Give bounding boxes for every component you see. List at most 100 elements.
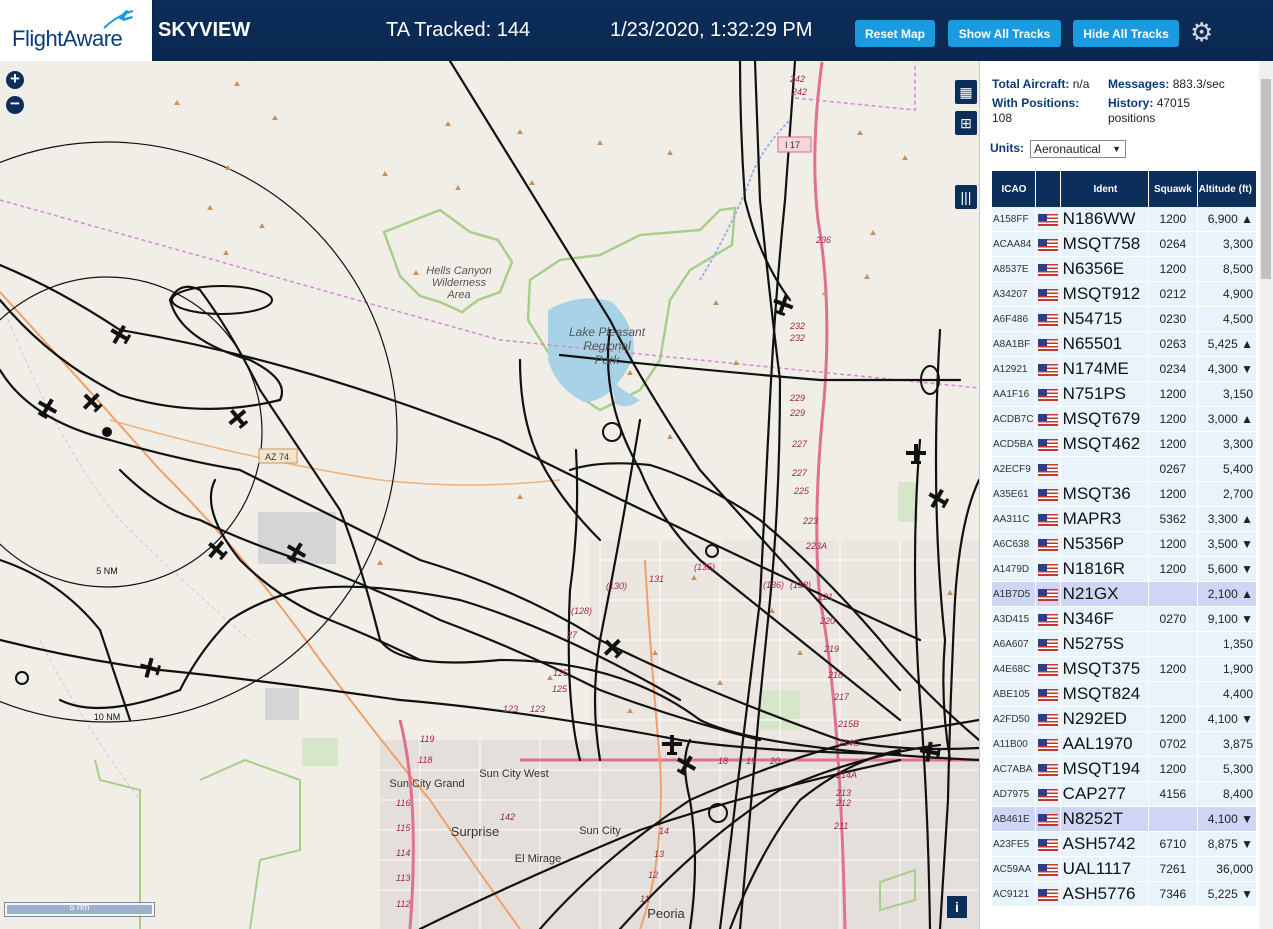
svg-text:232: 232 xyxy=(789,333,805,343)
table-row[interactable]: A2ECF9 0267 5,400 xyxy=(992,456,1258,482)
flag-cell xyxy=(1035,531,1061,557)
table-row[interactable]: A12921 N174ME 0234 4,300 ▼ xyxy=(992,356,1258,382)
shield-az74: AZ 74 xyxy=(265,452,289,462)
table-row[interactable]: A8537E N6356E 1200 8,500 xyxy=(992,256,1258,282)
svg-text:113: 113 xyxy=(396,873,410,883)
reset-map-button[interactable]: Reset Map xyxy=(855,20,935,47)
icao-cell: A1B7D5 xyxy=(992,581,1036,607)
units-label: Units: xyxy=(990,141,1024,155)
tracked-count: TA Tracked: 144 xyxy=(386,19,531,41)
table-row[interactable]: A1479D N1816R 1200 5,600 ▼ xyxy=(992,556,1258,582)
ident-cell: N751PS xyxy=(1060,381,1150,407)
table-row[interactable]: AC59AA UAL1117 7261 36,000 xyxy=(992,856,1258,882)
us-flag-icon xyxy=(1037,839,1058,852)
table-row[interactable]: A23FE5 ASH5742 6710 8,875 ▼ xyxy=(992,831,1258,857)
col-altitude[interactable]: Altitude (ft) xyxy=(1197,171,1258,207)
icao-cell: A4E68C xyxy=(992,656,1036,682)
flightaware-logo[interactable]: FlightAware xyxy=(0,0,154,61)
grid-icon[interactable]: ⊞ xyxy=(955,111,977,135)
zoom-in-button[interactable]: + xyxy=(6,70,24,89)
info-icon[interactable]: i xyxy=(947,896,967,918)
ident-cell: MSQT36 xyxy=(1060,481,1150,507)
col-flag[interactable] xyxy=(1035,171,1061,207)
svg-text:229: 229 xyxy=(789,408,805,418)
table-row[interactable]: A6F486 N54715 0230 4,500 xyxy=(992,306,1258,332)
label-hells-canyon: Hells Canyon xyxy=(426,265,491,277)
table-row[interactable]: A6A607 N5275S 1,350 xyxy=(992,631,1258,657)
table-row[interactable]: A4E68C MSQT375 1200 1,900 xyxy=(992,656,1258,682)
ident-cell: MSQT462 xyxy=(1060,431,1150,457)
col-icao[interactable]: ICAO xyxy=(992,171,1036,207)
table-row[interactable]: A2FD50 N292ED 1200 4,100 ▼ xyxy=(992,706,1258,732)
table-row[interactable]: A3D415 N346F 0270 9,100 ▼ xyxy=(992,606,1258,632)
ident-cell: MSQT758 xyxy=(1060,231,1150,257)
show-all-tracks-button[interactable]: Show All Tracks xyxy=(948,20,1061,47)
ident-cell: ASH5776 xyxy=(1060,881,1150,907)
icao-cell: ACD5BA xyxy=(992,431,1036,457)
table-row[interactable]: A1B7D5 N21GX 2,100 ▲ xyxy=(992,581,1258,607)
svg-text:116: 116 xyxy=(396,798,410,808)
flag-cell xyxy=(1035,256,1061,282)
label-surprise: Surprise xyxy=(451,824,499,839)
svg-text:220: 220 xyxy=(819,616,835,626)
squawk-cell: 1200 xyxy=(1148,556,1198,582)
flag-cell xyxy=(1035,606,1061,632)
ident-cell: N186WW xyxy=(1060,207,1150,232)
icao-cell: A6C638 xyxy=(992,531,1036,557)
col-ident[interactable]: Ident xyxy=(1060,171,1150,207)
table-row[interactable]: AA311C MAPR3 5362 3,300 ▲ xyxy=(992,506,1258,532)
icao-cell: A6A607 xyxy=(992,631,1036,657)
zoom-out-button[interactable]: − xyxy=(6,95,24,114)
svg-text:223: 223 xyxy=(802,516,818,526)
gear-icon[interactable]: ⚙ xyxy=(1190,17,1213,48)
svg-text:27: 27 xyxy=(566,630,578,640)
svg-text:(136): (136) xyxy=(763,580,784,590)
ident-cell: CAP277 xyxy=(1060,781,1150,807)
columns-icon[interactable]: ||| xyxy=(955,185,977,209)
hide-all-tracks-button[interactable]: Hide All Tracks xyxy=(1073,20,1179,47)
altitude-cell: 5,600 ▼ xyxy=(1197,556,1258,582)
messages-value: 883.3/sec xyxy=(1172,77,1225,91)
table-row[interactable]: A11B00 AAL1970 0702 3,875 xyxy=(992,731,1258,757)
squawk-cell: 1200 xyxy=(1148,756,1198,782)
table-row[interactable]: AC9121 ASH5776 7346 5,225 ▼ xyxy=(992,881,1258,907)
table-row[interactable]: AC7ABA MSQT194 1200 5,300 xyxy=(992,756,1258,782)
label-lake-pleasant: Lake Pleasant xyxy=(569,325,646,339)
us-flag-icon xyxy=(1037,764,1058,777)
altitude-cell: 36,000 xyxy=(1197,856,1258,882)
flag-cell xyxy=(1035,756,1061,782)
icao-cell: A12921 xyxy=(992,356,1036,382)
ident-cell: UAL1117 xyxy=(1060,856,1150,882)
table-row[interactable]: A158FF N186WW 1200 6,900 ▲ xyxy=(992,207,1258,232)
table-row[interactable]: AA1F16 N751PS 1200 3,150 xyxy=(992,381,1258,407)
table-row[interactable]: A6C638 N5356P 1200 3,500 ▼ xyxy=(992,531,1258,557)
icao-cell: AA1F16 xyxy=(992,381,1036,407)
altitude-cell: 2,700 xyxy=(1197,481,1258,507)
table-row[interactable]: ABE105 MSQT824 4,400 xyxy=(992,681,1258,707)
table-row[interactable]: AD7975 CAP277 4156 8,400 xyxy=(992,781,1258,807)
col-squawk[interactable]: Squawk xyxy=(1148,171,1198,207)
squawk-cell xyxy=(1148,681,1198,707)
table-row[interactable]: A8A1BF N65501 0263 5,425 ▲ xyxy=(992,331,1258,357)
table-row[interactable]: A34207 MSQT912 0212 4,900 xyxy=(992,281,1258,307)
table-row[interactable]: AB461E N8252T 4,100 ▼ xyxy=(992,806,1258,832)
svg-text:115: 115 xyxy=(396,823,411,833)
table-row[interactable]: ACD5BA MSQT462 1200 3,300 xyxy=(992,431,1258,457)
units-select[interactable]: Aeronautical ▼ xyxy=(1030,140,1126,158)
table-row[interactable]: ACAA84 MSQT758 0264 3,300 xyxy=(992,231,1258,257)
squawk-cell: 0263 xyxy=(1148,331,1198,357)
icao-cell: ACAA84 xyxy=(992,231,1036,257)
altitude-cell: 5,425 ▲ xyxy=(1197,331,1258,357)
svg-text:131: 131 xyxy=(649,574,664,584)
table-row[interactable]: A35E61 MSQT36 1200 2,700 xyxy=(992,481,1258,507)
table-row[interactable]: ACDB7C MSQT679 1200 3,000 ▲ xyxy=(992,406,1258,432)
squawk-cell: 1200 xyxy=(1148,406,1198,432)
flag-cell xyxy=(1035,706,1061,732)
scroll-thumb[interactable] xyxy=(1261,79,1271,279)
svg-text:118: 118 xyxy=(418,755,432,765)
map-icon[interactable]: ▦ xyxy=(955,80,977,104)
map-view[interactable]: Hells Canyon Wilderness Area Lake Pleasa… xyxy=(0,61,979,929)
panel-scrollbar[interactable] xyxy=(1259,61,1273,929)
altitude-cell: 6,900 ▲ xyxy=(1197,207,1258,232)
us-flag-icon xyxy=(1037,789,1058,802)
